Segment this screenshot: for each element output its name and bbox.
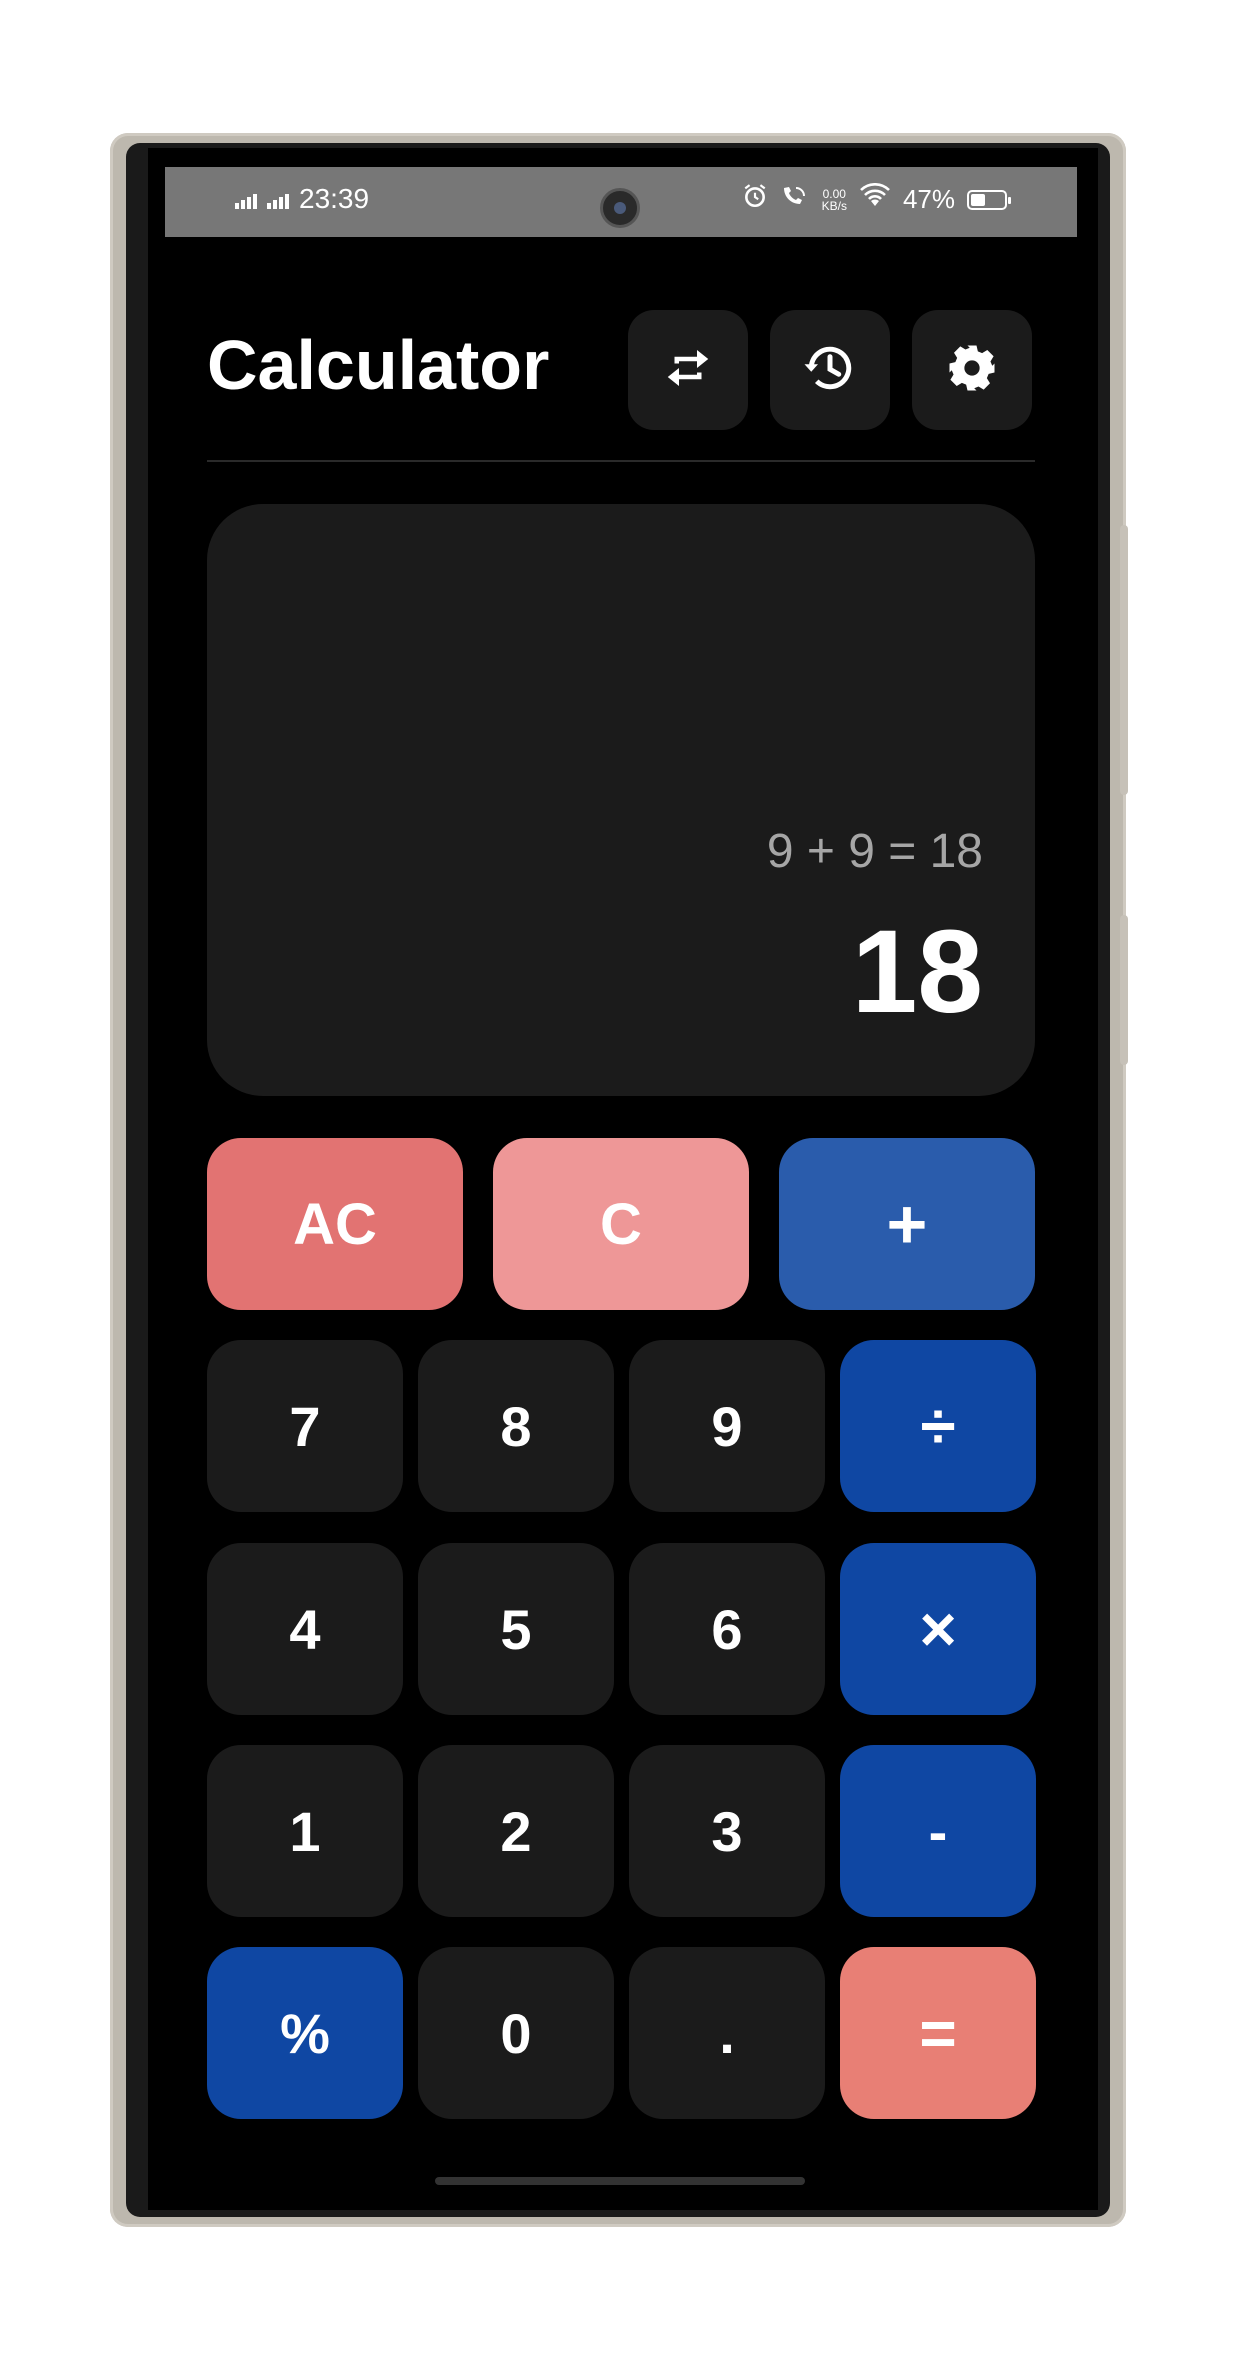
header-divider <box>207 460 1035 462</box>
key-7[interactable]: 7 <box>207 1340 403 1512</box>
alarm-icon <box>742 183 768 216</box>
minus-button[interactable]: - <box>840 1745 1036 1917</box>
equals-button[interactable]: = <box>840 1947 1036 2119</box>
result-text: 18 <box>851 906 983 1038</box>
key-6[interactable]: 6 <box>629 1543 825 1715</box>
volume-button <box>1120 915 1128 1065</box>
front-camera <box>600 188 640 228</box>
expression-text: 9 + 9 = 18 <box>766 825 983 878</box>
settings-button[interactable] <box>912 310 1032 430</box>
signal-1-icon <box>235 189 257 209</box>
decimal-button[interactable]: . <box>629 1947 825 2119</box>
key-0[interactable]: 0 <box>418 1947 614 2119</box>
key-9[interactable]: 9 <box>629 1340 825 1512</box>
multiply-button[interactable]: × <box>840 1543 1036 1715</box>
status-time: 23:39 <box>299 183 370 214</box>
net-speed-unit: KB/s <box>821 198 847 213</box>
power-button <box>1120 525 1128 795</box>
battery-icon <box>967 189 1011 210</box>
display-panel: 9 + 9 = 18 18 <box>207 504 1035 1096</box>
swap-button[interactable] <box>628 310 748 430</box>
key-4[interactable]: 4 <box>207 1543 403 1715</box>
home-indicator[interactable] <box>435 2177 805 2185</box>
key-5[interactable]: 5 <box>418 1543 614 1715</box>
percent-button[interactable]: % <box>207 1947 403 2119</box>
key-1[interactable]: 1 <box>207 1745 403 1917</box>
wifi-call-icon <box>780 183 810 216</box>
c-button[interactable]: C <box>493 1138 749 1310</box>
signal-2-icon <box>267 189 289 209</box>
key-2[interactable]: 2 <box>418 1745 614 1917</box>
divide-button[interactable]: ÷ <box>840 1340 1036 1512</box>
status-bar: 23:39 0.00 KB/s 47% <box>165 167 1077 237</box>
ac-button[interactable]: AC <box>207 1138 463 1310</box>
swap-icon <box>661 341 715 400</box>
history-icon <box>800 338 860 403</box>
key-3[interactable]: 3 <box>629 1745 825 1917</box>
settings-icon <box>945 341 999 400</box>
app-title: Calculator <box>207 326 550 404</box>
key-8[interactable]: 8 <box>418 1340 614 1512</box>
battery-percent: 47% <box>902 184 955 214</box>
wifi-icon <box>859 183 891 216</box>
plus-button[interactable]: + <box>779 1138 1035 1310</box>
history-button[interactable] <box>770 310 890 430</box>
net-speed: 0.00 KB/s <box>822 188 847 212</box>
